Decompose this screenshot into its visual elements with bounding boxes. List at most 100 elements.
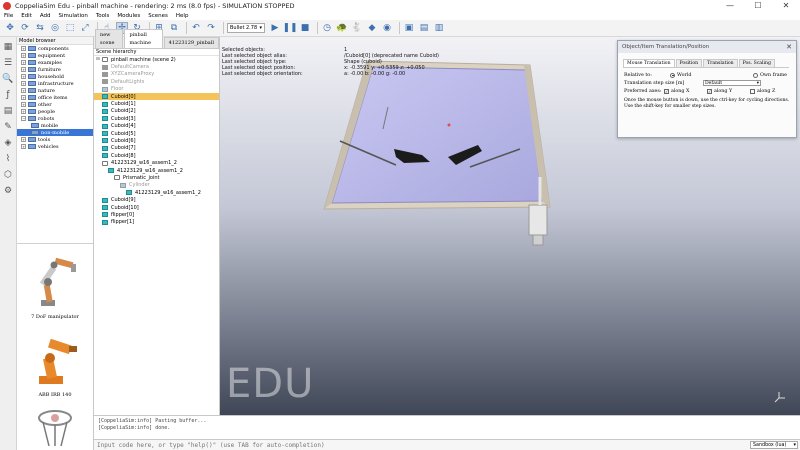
layer-selector-icon[interactable]: ▥	[433, 22, 445, 34]
scene-root[interactable]: ⊟ pinball machine (scene 2)	[94, 56, 219, 63]
model-folder[interactable]: + household	[17, 73, 93, 80]
expand-icon[interactable]: +	[21, 109, 26, 114]
user-settings-icon[interactable]: ⚙	[2, 185, 14, 197]
tab-pos-scaling[interactable]: Pos. Scaling	[738, 59, 775, 67]
rotate-camera-icon[interactable]: ⟳	[19, 22, 31, 34]
model-folder[interactable]: + infrastructure	[17, 80, 93, 87]
thread-rendering-icon[interactable]: ◆	[366, 22, 378, 34]
expand-icon[interactable]: +	[21, 102, 26, 107]
menu-modules[interactable]: Modules	[117, 13, 140, 19]
expand-icon[interactable]: +	[21, 144, 26, 149]
tab-new-scene[interactable]: new scene	[95, 29, 124, 48]
expand-icon[interactable]: +	[21, 53, 26, 58]
model-folder[interactable]: + office items	[17, 94, 93, 101]
hierarchy-item[interactable]: Cuboid[7]	[94, 145, 219, 152]
physics-engine-select[interactable]: Bullet 2.78	[227, 23, 265, 33]
menu-edit[interactable]: Edit	[21, 13, 32, 19]
transfer-dna-icon[interactable]: ⧉	[168, 22, 180, 34]
hierarchy-item[interactable]: Cuboid[4]	[94, 123, 219, 130]
tab-41223129-pinball[interactable]: 41223129_pinball	[163, 37, 219, 48]
model-folder[interactable]: + people	[17, 108, 93, 115]
scripts-icon[interactable]: ✎	[2, 121, 14, 133]
expand-icon[interactable]: +	[21, 137, 26, 142]
hierarchy-item[interactable]: Cuboid[3]	[94, 115, 219, 122]
undo-icon[interactable]: ↶	[190, 22, 202, 34]
hierarchy-item[interactable]: 41223129_w16_assem1_2	[94, 159, 219, 166]
hierarchy-item[interactable]: DefaultCamera	[94, 63, 219, 70]
stop-simulation-icon[interactable]: ■	[299, 22, 311, 34]
menu-add[interactable]: Add	[40, 13, 51, 19]
collapse-icon[interactable]: −	[21, 116, 26, 121]
object-properties-icon[interactable]: 🔍	[2, 73, 14, 85]
expand-icon[interactable]: +	[21, 88, 26, 93]
model-thumbnail[interactable]: 7 DoF manipulator	[19, 252, 91, 332]
pan-camera-icon[interactable]: ✥	[4, 22, 16, 34]
hierarchy-item[interactable]: Floor	[94, 86, 219, 93]
camera-angle-icon[interactable]: ◎	[49, 22, 61, 34]
menu-help[interactable]: Help	[176, 13, 189, 19]
model-folder[interactable]: + equipment	[17, 52, 93, 59]
expand-icon[interactable]: +	[21, 74, 26, 79]
model-thumbnail[interactable]: ABB IRB 140	[19, 330, 91, 410]
hierarchy-item[interactable]: 41223129_w16_assem1_2	[94, 167, 219, 174]
calculation-modules-icon[interactable]: ƒ	[2, 89, 14, 101]
model-folder[interactable]: + furniture	[17, 66, 93, 73]
collapse-icon[interactable]: ⊟	[96, 57, 101, 62]
hierarchy-item[interactable]: flipper[1]	[94, 219, 219, 226]
shape-edit-icon[interactable]: ◈	[2, 137, 14, 149]
hierarchy-item[interactable]: Prismatic_joint	[94, 174, 219, 181]
menu-file[interactable]: File	[4, 13, 13, 19]
model-browser-toggle-icon[interactable]: ▦	[2, 41, 14, 53]
zoom-icon[interactable]: ⤢	[79, 22, 91, 34]
path-edit-icon[interactable]: ⌇	[2, 153, 14, 165]
speed-up-icon[interactable]: 🐇	[351, 22, 363, 34]
sandbox-select[interactable]: Sandbox (lua)	[750, 441, 798, 449]
expand-icon[interactable]: +	[21, 60, 26, 65]
tab-pinball-machine[interactable]: pinball machine	[124, 29, 163, 48]
hierarchy-item[interactable]: Cuboid[2]	[94, 108, 219, 115]
selection-icon[interactable]: ⬡	[2, 169, 14, 181]
expand-icon[interactable]: +	[21, 95, 26, 100]
model-folder[interactable]: mobile	[17, 122, 93, 129]
expand-icon[interactable]: +	[21, 67, 26, 72]
own-frame-radio[interactable]	[753, 72, 758, 78]
maximize-button[interactable]: ☐	[744, 0, 772, 11]
step-size-select[interactable]: Default	[703, 80, 761, 86]
hierarchy-item[interactable]: Cuboid[9]	[94, 196, 219, 203]
toggle-visualization-icon[interactable]: ◉	[381, 22, 393, 34]
collections-icon[interactable]: ▤	[2, 105, 14, 117]
menu-simulation[interactable]: Simulation	[59, 13, 88, 19]
expand-icon[interactable]: +	[21, 81, 26, 86]
real-time-icon[interactable]: ◷	[321, 22, 333, 34]
menu-tools[interactable]: Tools	[96, 13, 110, 19]
scene-hierarchy-toggle-icon[interactable]: ☰	[2, 57, 14, 69]
hierarchy-item[interactable]: Cylinder	[94, 182, 219, 189]
pause-simulation-icon[interactable]: ❚❚	[282, 22, 297, 34]
hierarchy-item[interactable]: 41223129_w16_assem1_2	[94, 189, 219, 196]
page-selector-icon[interactable]: ▤	[418, 22, 430, 34]
tab-translation[interactable]: Translation	[703, 59, 738, 67]
hierarchy-item[interactable]: Cuboid[10]	[94, 204, 219, 211]
hierarchy-item[interactable]: Cuboid[8]	[94, 152, 219, 159]
redo-icon[interactable]: ↷	[205, 22, 217, 34]
slow-down-icon[interactable]: 🐢	[336, 22, 348, 34]
model-thumbnail[interactable]	[19, 408, 91, 450]
hierarchy-item[interactable]: Cuboid[1]	[94, 100, 219, 107]
code-input[interactable]	[94, 440, 750, 450]
along-z-checkbox[interactable]	[750, 88, 755, 94]
along-x-checkbox[interactable]: ✓	[664, 88, 669, 94]
tab-mouse-translation[interactable]: Mouse Translation	[623, 59, 675, 67]
close-button[interactable]: ✕	[772, 0, 800, 11]
hierarchy-item-selected[interactable]: Cuboid[0]	[94, 92, 219, 101]
model-folder[interactable]: + other	[17, 101, 93, 108]
hierarchy-item[interactable]: DefaultLights	[94, 78, 219, 85]
menu-scenes[interactable]: Scenes	[148, 13, 168, 19]
tab-position[interactable]: Position	[675, 59, 703, 67]
hierarchy-item[interactable]: flipper[0]	[94, 211, 219, 218]
model-folder[interactable]: + examples	[17, 59, 93, 66]
along-y-checkbox[interactable]: ✓	[707, 88, 712, 94]
hierarchy-item[interactable]: Cuboid[5]	[94, 130, 219, 137]
new-scene-icon[interactable]: ▣	[403, 22, 415, 34]
model-folder-selected[interactable]: non-mobile	[17, 129, 93, 136]
minimize-button[interactable]: —	[716, 0, 744, 11]
